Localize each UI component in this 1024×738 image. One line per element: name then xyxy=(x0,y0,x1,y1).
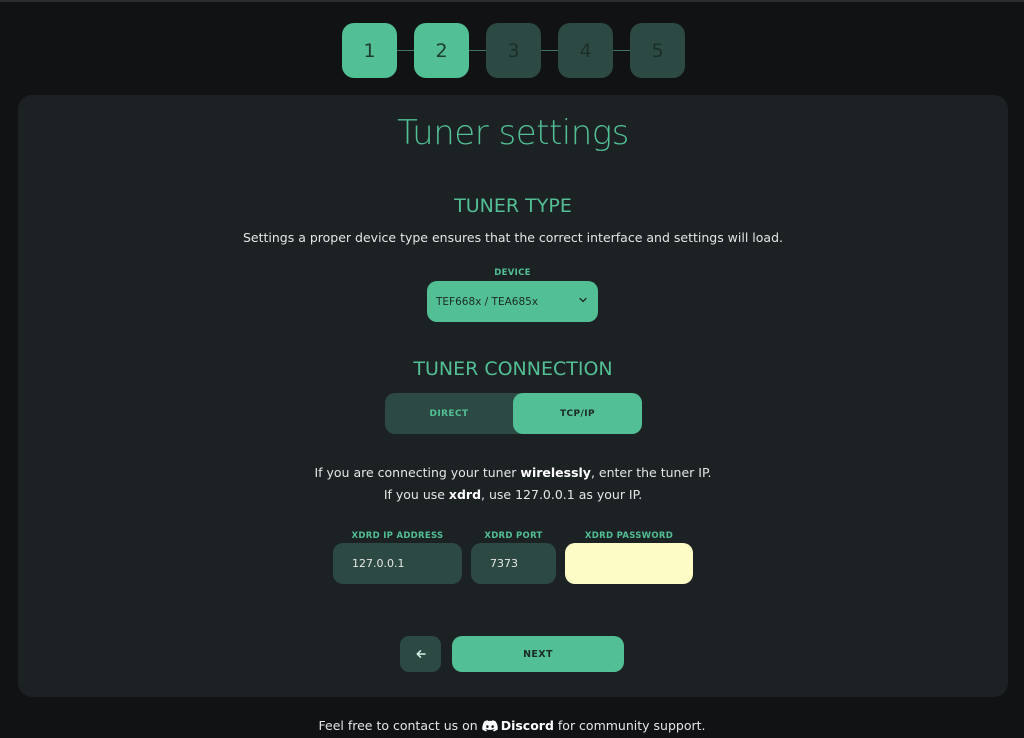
step-5[interactable]: 5 xyxy=(630,23,685,78)
tuner-type-heading: TUNER TYPE xyxy=(454,195,572,217)
connection-info-line-1: If you are connecting your tuner wireles… xyxy=(314,465,712,480)
settings-card: Tuner settings TUNER TYPE Settings a pro… xyxy=(18,95,1008,697)
next-button[interactable]: NEXT xyxy=(452,636,624,672)
connection-toggle: DIRECT TCP/IP xyxy=(385,393,642,434)
page-title: Tuner settings xyxy=(397,113,629,153)
device-label: DEVICE xyxy=(494,268,531,278)
xdrd-password-label: XDRD PASSWORD xyxy=(584,531,674,541)
tuner-connection-heading: TUNER CONNECTION xyxy=(413,358,613,380)
top-border xyxy=(0,0,1024,2)
step-2[interactable]: 2 xyxy=(414,23,469,78)
xdrd-ip-input[interactable]: 127.0.0.1 xyxy=(333,543,462,584)
xdrd-port-input[interactable]: 7373 xyxy=(471,543,556,584)
connection-info-line-2: If you use xdrd, use 127.0.0.1 as your I… xyxy=(383,487,643,502)
step-3[interactable]: 3 xyxy=(486,23,541,78)
chevron-down-icon xyxy=(579,297,587,303)
connection-option-tcpip[interactable]: TCP/IP xyxy=(513,393,642,434)
step-4[interactable]: 4 xyxy=(558,23,613,78)
device-select-value: TEF668x / TEA685x xyxy=(436,295,539,308)
stepper: 1 2 3 4 5 xyxy=(342,23,685,78)
xdrd-password-input[interactable] xyxy=(565,543,693,584)
footer-support-text: Feel free to contact us on Discord for c… xyxy=(318,718,706,733)
device-select[interactable]: TEF668x / TEA685x xyxy=(427,281,598,322)
discord-link[interactable]: Discord xyxy=(501,718,554,733)
back-button[interactable] xyxy=(400,636,441,672)
arrow-left-icon xyxy=(415,650,426,658)
xdrd-ip-label: XDRD IP ADDRESS xyxy=(351,531,444,541)
discord-icon xyxy=(481,720,498,732)
xdrd-port-label: XDRD PORT xyxy=(484,531,543,541)
connection-option-direct[interactable]: DIRECT xyxy=(385,393,513,434)
step-1[interactable]: 1 xyxy=(342,23,397,78)
tuner-type-description: Settings a proper device type ensures th… xyxy=(242,230,783,245)
